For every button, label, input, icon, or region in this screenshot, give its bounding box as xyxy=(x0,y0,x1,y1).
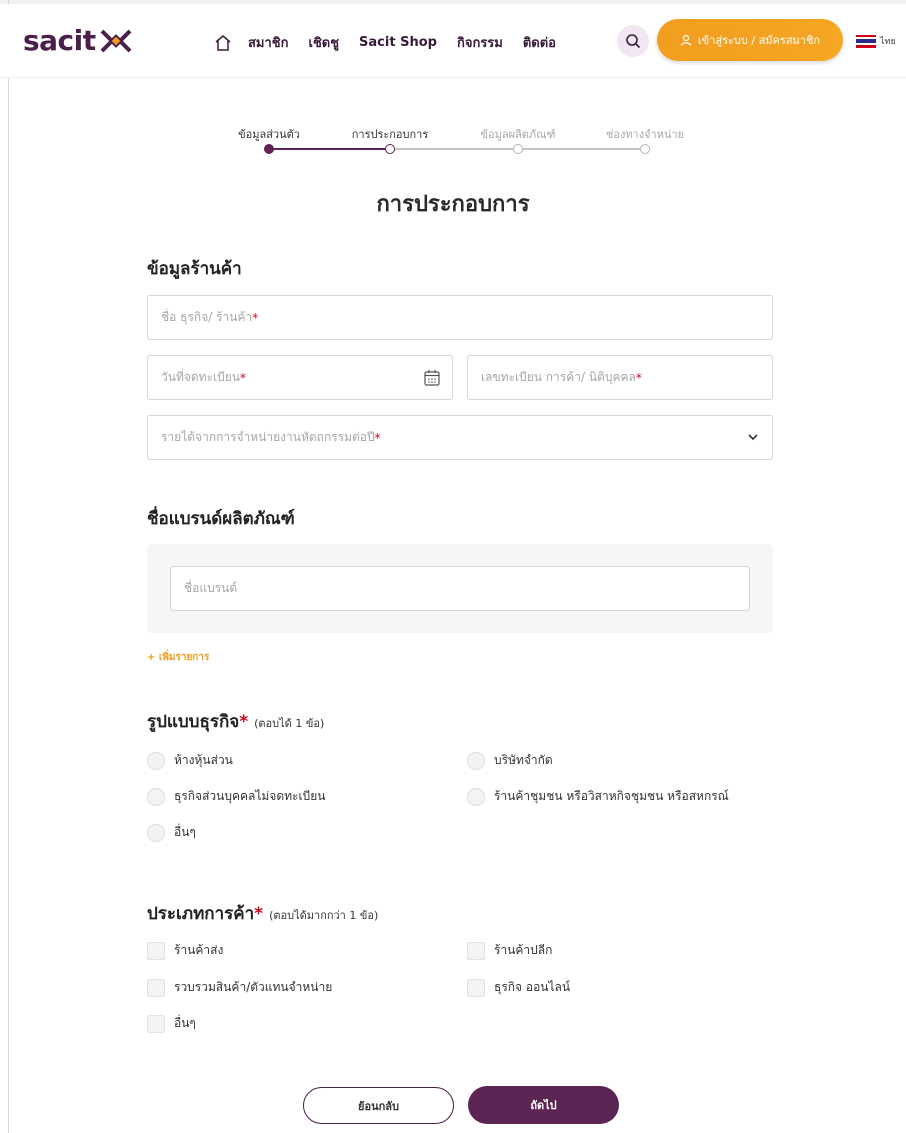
step-3-label: ข้อมูลผลิตภัณฑ์ xyxy=(480,128,556,141)
checkbox-option[interactable]: ธุรกิจ ออนไลน์ xyxy=(467,978,570,997)
step-2-label: การประกอบการ xyxy=(351,128,429,141)
required-mark: * xyxy=(254,904,264,924)
radio-button[interactable] xyxy=(147,751,165,770)
step-3-dot xyxy=(513,144,523,154)
radio-option[interactable]: ร้านค้าชุมชน หรือวิสาหกิจชุมชน หรือสหกรณ… xyxy=(467,787,729,806)
checkbox-label: รวบรวมสินค้า/ตัวแทนจำหน่าย xyxy=(174,980,333,994)
checkbox-label: อื่นๆ xyxy=(174,1016,196,1030)
trade-type-hint: (ตอบได้มากกว่า 1 ข้อ) xyxy=(269,909,379,922)
stepper-line-done xyxy=(269,148,390,150)
step-2-dot xyxy=(385,144,395,154)
radio-button[interactable] xyxy=(467,787,485,806)
step-4-label: ช่องทางจำหน่าย xyxy=(605,128,685,141)
step-1-label: ข้อมูลส่วนตัว xyxy=(238,128,300,141)
registration-number-field[interactable]: เลขทะเบียน การค้า/ นิติบุคคล * xyxy=(467,355,773,400)
login-register-button[interactable]: เข้าสู่ระบบ / สมัครสมาชิก xyxy=(657,19,843,61)
checkbox-option[interactable]: รวบรวมสินค้า/ตัวแทนจำหน่าย xyxy=(147,978,332,997)
radio-label: บริษัทจำกัด xyxy=(494,753,553,767)
brand-section-title: ชื่อแบรนด์ผลิตภัณฑ์ xyxy=(147,509,295,529)
calendar-icon[interactable] xyxy=(424,369,440,386)
business-type-hint: (ตอบได้ 1 ข้อ) xyxy=(254,717,325,730)
user-icon xyxy=(680,34,692,46)
checkbox[interactable] xyxy=(467,978,485,997)
chevron-down-icon xyxy=(748,434,758,441)
trade-type-title-text: ประเภทการค้า xyxy=(147,904,255,924)
required-mark: * xyxy=(635,370,642,385)
annual-income-placeholder: รายได้จากการจำหน่ายงานหัตถกรรมต่อปี xyxy=(161,430,375,444)
home-icon[interactable] xyxy=(214,34,232,52)
radio-option[interactable]: ธุรกิจส่วนบุคคลไม่จดทะเบียน xyxy=(147,787,325,806)
sacit-logo[interactable]: sacit xyxy=(23,24,134,57)
radio-button[interactable] xyxy=(147,823,165,842)
radio-option[interactable]: อื่นๆ xyxy=(147,823,196,842)
language-label: ไทย xyxy=(880,37,896,47)
registration-date-field[interactable]: วันที่จดทะเบียน * xyxy=(147,355,453,400)
page-title: การประกอบการ xyxy=(376,192,530,217)
checkbox-label: ร้านค้าปลีก xyxy=(494,943,553,957)
business-type-title: รูปแบบธุรกิจ* (ตอบได้ 1 ข้อ) xyxy=(147,708,324,735)
brand-name-field[interactable]: ชื่อแบรนด์ xyxy=(170,566,750,611)
checkbox[interactable] xyxy=(147,978,165,997)
site-header: sacit สมาชิก เชิดชู Sacit Shop กิจกรรม ต… xyxy=(0,4,906,78)
nav-item-shop[interactable]: Sacit Shop xyxy=(359,35,437,50)
step-1-dot xyxy=(264,144,274,154)
radio-label: ร้านค้าชุมชน หรือวิสาหกิจชุมชน หรือสหกรณ… xyxy=(494,789,729,803)
radio-option[interactable]: ห้างหุ้นส่วน xyxy=(147,751,233,770)
checkbox-label: ร้านค้าส่ง xyxy=(174,943,224,957)
brand-name-placeholder: ชื่อแบรนด์ xyxy=(184,581,238,595)
checkbox[interactable] xyxy=(147,1014,165,1033)
business-name-field[interactable]: ชื่อ ธุรกิจ/ ร้านค้า * xyxy=(147,295,773,340)
required-mark: * xyxy=(239,712,249,732)
radio-label: อื่นๆ xyxy=(174,825,196,839)
language-switcher[interactable]: ไทย xyxy=(856,34,896,48)
radio-button[interactable] xyxy=(467,751,485,770)
nav-item-contact[interactable]: ติดต่อ xyxy=(523,32,556,53)
main-nav: สมาชิก เชิดชู Sacit Shop กิจกรรม ติดต่อ xyxy=(214,32,576,53)
thai-flag-icon xyxy=(856,34,876,48)
radio-label: ห้างหุ้นส่วน xyxy=(174,753,233,767)
required-mark: * xyxy=(374,430,381,445)
required-mark: * xyxy=(239,370,246,385)
radio-label: ธุรกิจส่วนบุคคลไม่จดทะเบียน xyxy=(174,789,326,803)
checkbox-option[interactable]: ร้านค้าส่ง xyxy=(147,941,223,960)
registration-stepper: ข้อมูลส่วนตัว การประกอบการ ข้อมูลผลิตภัณ… xyxy=(232,125,702,165)
left-border xyxy=(8,0,9,1133)
logo-text: sacit xyxy=(23,24,96,57)
business-type-title-text: รูปแบบธุรกิจ xyxy=(147,712,240,732)
add-item-link[interactable]: + เพิ่มรายการ xyxy=(147,650,209,665)
sacit-logo-icon xyxy=(100,29,132,52)
registration-number-placeholder: เลขทะเบียน การค้า/ นิติบุคคล xyxy=(481,370,636,384)
search-button[interactable] xyxy=(617,25,649,57)
required-mark: * xyxy=(252,310,259,325)
annual-income-select[interactable]: รายได้จากการจำหน่ายงานหัตถกรรมต่อปี * xyxy=(147,415,773,460)
checkbox[interactable] xyxy=(467,941,485,960)
business-name-placeholder: ชื่อ ธุรกิจ/ ร้านค้า xyxy=(161,310,253,324)
login-label: เข้าสู่ระบบ / สมัครสมาชิก xyxy=(697,34,821,47)
checkbox[interactable] xyxy=(147,941,165,960)
trade-type-title: ประเภทการค้า* (ตอบได้มากกว่า 1 ข้อ) xyxy=(147,900,378,927)
checkbox-label: ธุรกิจ ออนไลน์ xyxy=(494,980,571,994)
step-4-dot xyxy=(640,144,650,154)
checkbox-option[interactable]: อื่นๆ xyxy=(147,1014,196,1033)
radio-button[interactable] xyxy=(147,787,165,806)
next-button[interactable]: ถัดไป xyxy=(468,1086,619,1124)
nav-item-honor[interactable]: เชิดชู xyxy=(309,32,340,53)
shop-section-title: ข้อมูลร้านค้า xyxy=(147,259,242,279)
registration-date-placeholder: วันที่จดทะเบียน xyxy=(161,370,240,384)
checkbox-option[interactable]: ร้านค้าปลีก xyxy=(467,941,552,960)
nav-item-activities[interactable]: กิจกรรม xyxy=(457,32,503,53)
back-button[interactable]: ย้อนกลับ xyxy=(303,1087,454,1124)
nav-item-members[interactable]: สมาชิก xyxy=(248,32,289,53)
radio-option[interactable]: บริษัทจำกัด xyxy=(467,751,553,770)
search-icon xyxy=(626,34,641,49)
